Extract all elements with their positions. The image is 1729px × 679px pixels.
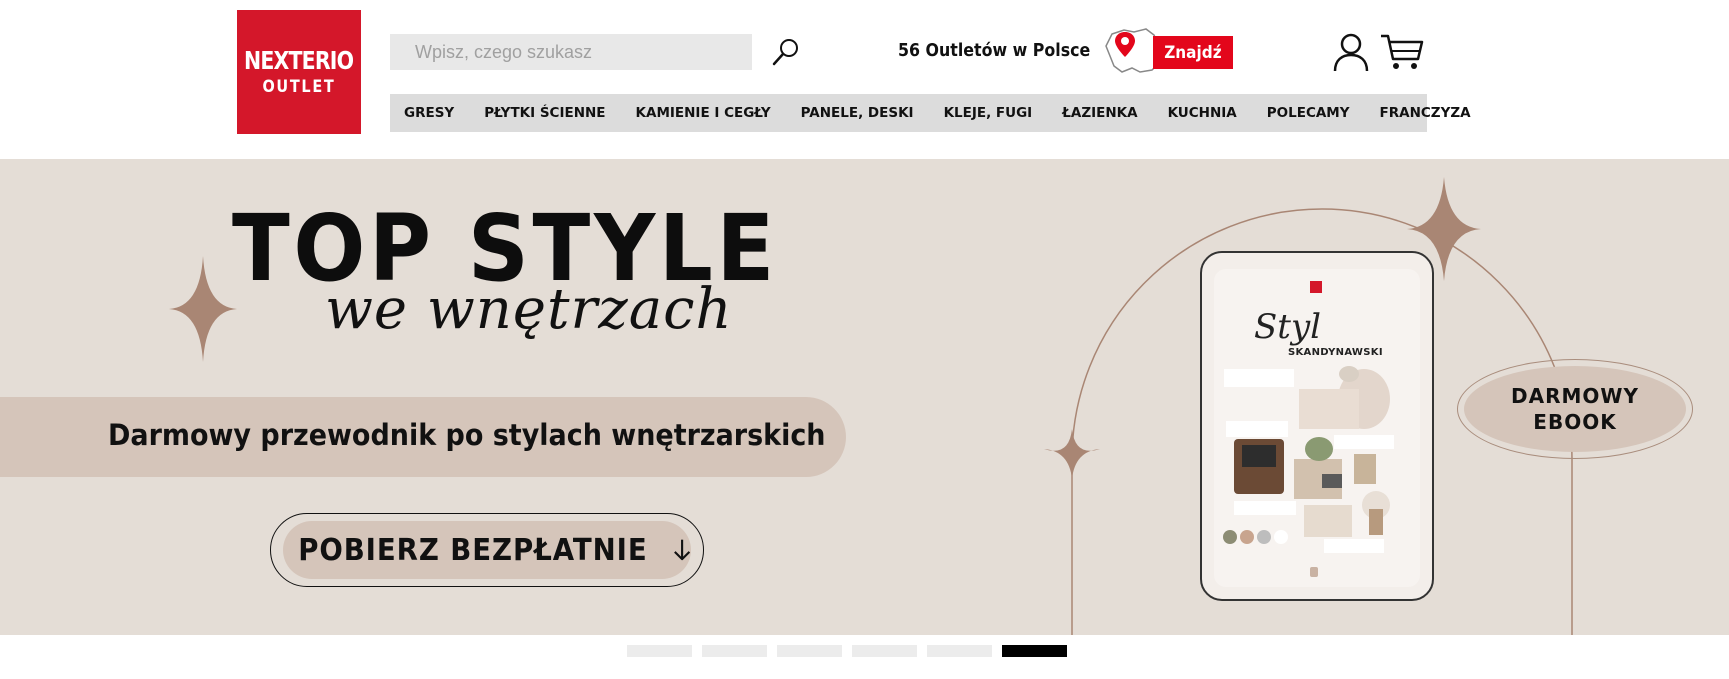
download-button-label: POBIERZ BEZPŁATNIE	[298, 532, 648, 568]
logo-line-1: NEXTERIO	[244, 46, 354, 75]
moodboard-illustration	[1223, 366, 1394, 577]
main-navigation: GRESY PŁYTKI ŚCIENNE KAMIENIE I CEGŁY PA…	[390, 94, 1471, 132]
find-outlet-label: Znajdź	[1164, 42, 1222, 63]
outlets-count-text: 56 Outletów w Polsce	[898, 40, 1091, 61]
shopping-cart-icon[interactable]	[1380, 32, 1424, 72]
free-ebook-badge-fill: DARMOWY EBOOK	[1464, 366, 1686, 452]
user-account-icon[interactable]	[1332, 32, 1370, 72]
nav-item-lazienka[interactable]: ŁAZIENKA	[1062, 105, 1137, 121]
banner-script-text: we wnętrzach	[325, 277, 733, 342]
slider-pagination	[627, 645, 1067, 657]
sparkle-star-icon	[169, 256, 237, 362]
tablet-screen: Styl SKANDYNAWSKI	[1214, 269, 1420, 587]
slider-dot-2[interactable]	[702, 645, 767, 657]
nav-item-kamienie-i-cegly[interactable]: KAMIENIE I CEGŁY	[636, 105, 771, 121]
nexterio-outlet-logo[interactable]: NEXTERIO OUTLET	[237, 10, 361, 134]
find-outlet-button[interactable]: Znajdź	[1153, 36, 1233, 69]
ebook-tablet-mockup: Styl SKANDYNAWSKI	[1200, 251, 1434, 601]
free-ebook-badge: DARMOWY EBOOK	[1457, 359, 1693, 459]
slider-dot-4[interactable]	[852, 645, 917, 657]
nav-item-kuchnia[interactable]: KUCHNIA	[1168, 105, 1237, 121]
sparkle-star-icon	[1044, 429, 1100, 479]
hero-banner[interactable]: TOP STYLE we wnętrzach Darmowy przewodni…	[0, 159, 1729, 635]
download-button-fill: POBIERZ BEZPŁATNIE	[283, 521, 691, 579]
search-icon	[772, 39, 798, 66]
arrow-down-icon	[673, 539, 690, 561]
slider-dot-5[interactable]	[927, 645, 992, 657]
logo-line-2: OUTLET	[262, 77, 336, 97]
nav-item-panele-deski[interactable]: PANELE, DESKI	[801, 105, 914, 121]
site-header: NEXTERIO OUTLET 56 Outletów w Polsce Zna…	[0, 0, 1729, 160]
badge-line-2: EBOOK	[1533, 410, 1617, 434]
slider-dot-6-active[interactable]	[1002, 645, 1067, 657]
search-input[interactable]	[390, 34, 752, 70]
badge-line-1: DARMOWY	[1511, 384, 1639, 408]
nav-item-plytki-scienne[interactable]: PŁYTKI ŚCIENNE	[484, 105, 605, 121]
nav-item-franczyza[interactable]: FRANCZYZA	[1380, 105, 1471, 121]
slider-dot-1[interactable]	[627, 645, 692, 657]
slider-dot-3[interactable]	[777, 645, 842, 657]
download-free-button[interactable]: POBIERZ BEZPŁATNIE	[270, 513, 704, 587]
banner-subtitle: Darmowy przewodnik po stylach wnętrzarsk…	[108, 418, 826, 452]
search-button[interactable]	[768, 34, 804, 70]
nav-item-gresy[interactable]: GRESY	[404, 105, 454, 121]
nav-item-kleje-fugi[interactable]: KLEJE, FUGI	[944, 105, 1033, 121]
nav-item-polecamy[interactable]: POLECAMY	[1267, 105, 1350, 121]
